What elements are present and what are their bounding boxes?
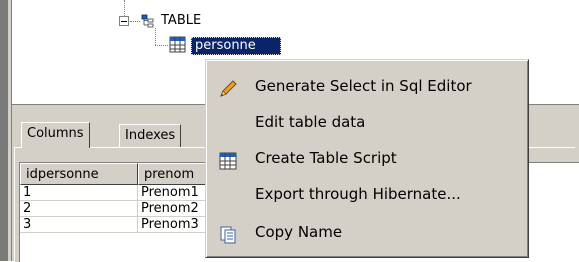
menu-item-label: Export through Hibernate... xyxy=(255,185,461,203)
table-icon xyxy=(169,36,186,53)
tree-node-personne-selected[interactable]: personne xyxy=(191,37,281,55)
grid-header-idpersonne[interactable]: idpersonne xyxy=(20,163,138,185)
menu-item-create-table-script[interactable]: Create Table Script xyxy=(209,141,525,176)
menu-item-label: Copy Name xyxy=(255,223,343,241)
table-folder-icon xyxy=(141,14,155,28)
menu-item-label: Edit table data xyxy=(255,113,366,131)
menu-item-export-hibernate[interactable]: Export through Hibernate... xyxy=(209,177,525,212)
menu-item-edit-table-data[interactable]: Edit table data xyxy=(209,105,525,140)
menu-item-label: Create Table Script xyxy=(255,149,397,167)
pencil-icon xyxy=(218,77,238,97)
grid-cell[interactable]: 3 xyxy=(20,217,138,233)
copy-icon xyxy=(218,223,238,244)
menu-item-generate-select[interactable]: Generate Select in Sql Editor xyxy=(209,69,525,104)
tree-line xyxy=(130,21,140,22)
collapse-toggle-icon[interactable] xyxy=(119,16,129,26)
left-splitter-shadow xyxy=(0,0,8,261)
grid-cell[interactable]: 2 xyxy=(20,201,138,217)
tree-line xyxy=(155,45,168,46)
tree-line xyxy=(155,28,156,45)
menu-item-copy-name[interactable]: Copy Name xyxy=(209,215,525,250)
tab-columns[interactable]: Columns xyxy=(21,122,90,148)
tab-indexes[interactable]: Indexes xyxy=(119,124,182,147)
table-icon xyxy=(218,149,238,170)
context-menu: Generate Select in Sql Editor Edit table… xyxy=(205,59,529,258)
tree-node-table[interactable]: TABLE xyxy=(161,13,201,29)
menu-item-label: Generate Select in Sql Editor xyxy=(255,77,472,95)
tree-line xyxy=(124,0,125,16)
grid-cell[interactable]: 1 xyxy=(20,185,138,201)
